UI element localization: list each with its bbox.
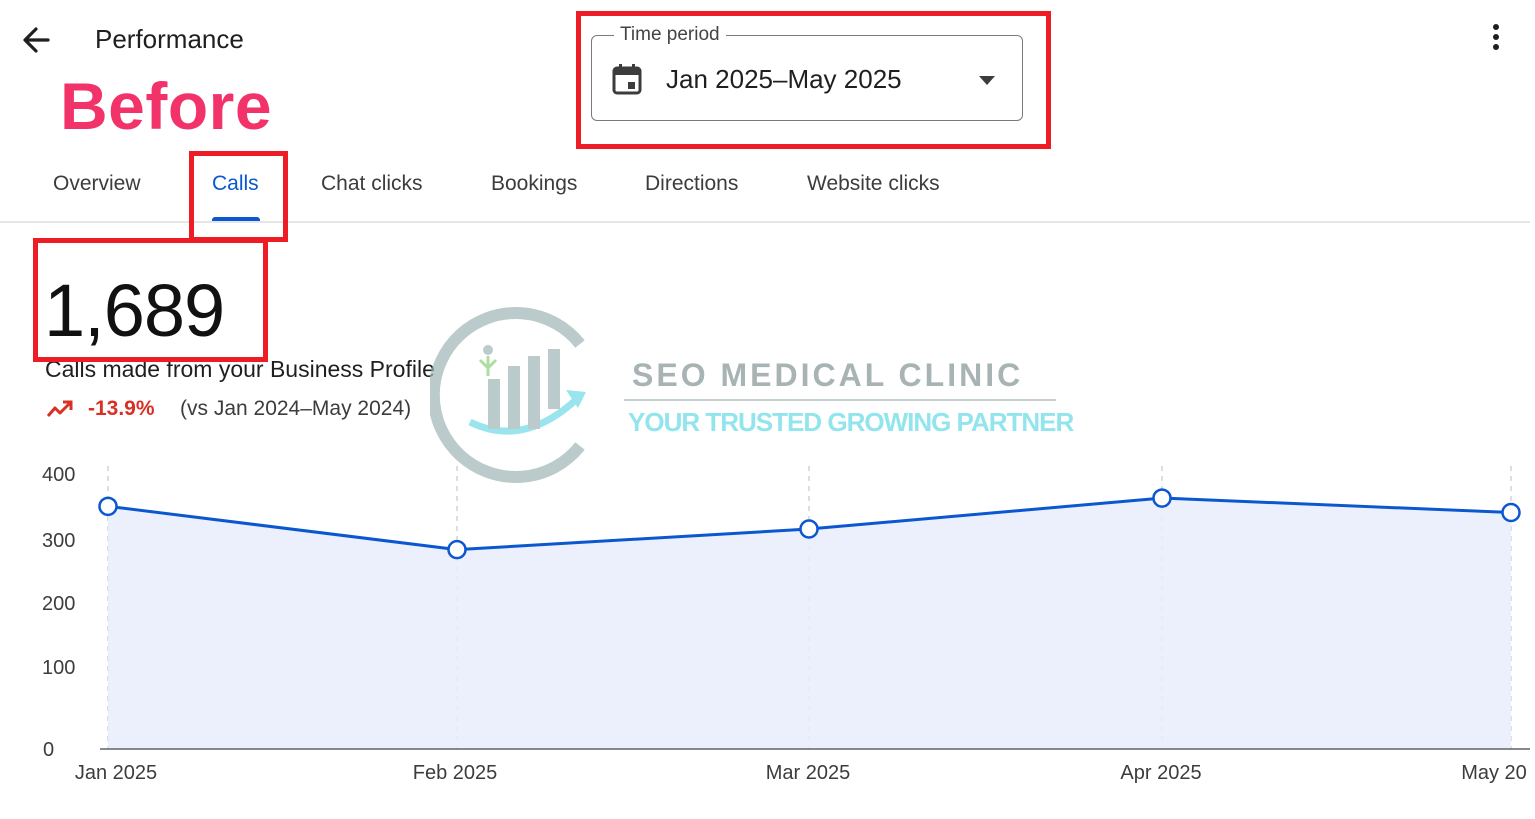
y-tick-label: 100 xyxy=(42,657,75,679)
trending-down-icon xyxy=(46,398,74,420)
page-title: Performance xyxy=(95,24,244,54)
x-tick-label: May 20 xyxy=(1461,762,1527,784)
back-button[interactable] xyxy=(18,22,58,58)
arrow-left-icon xyxy=(23,27,50,53)
tab-overview[interactable]: Overview xyxy=(53,172,141,196)
watermark-logo xyxy=(427,304,615,486)
x-tick-label: Mar 2025 xyxy=(766,762,851,784)
watermark-tagline: YOUR TRUSTED GROWING PARTNER xyxy=(628,407,1074,437)
data-point xyxy=(1501,502,1521,523)
tab-directions[interactable]: Directions xyxy=(645,172,738,196)
before-annotation: Before xyxy=(60,69,273,143)
calls-chart: 0 100 200 300 400 Jan 2025 Feb 2025 Mar 2025 Apr… xyxy=(42,464,1530,784)
watermark-name: SEO MEDICAL CLINIC xyxy=(632,357,1024,393)
more-options-button[interactable] xyxy=(1484,20,1508,60)
y-tick-label: 200 xyxy=(42,593,75,615)
x-tick-label: Jan 2025 xyxy=(75,762,157,784)
data-point xyxy=(447,539,467,560)
x-tick-label: Feb 2025 xyxy=(413,762,498,784)
x-tick-label: Apr 2025 xyxy=(1120,762,1201,784)
highlight-time-period xyxy=(576,11,1051,149)
tab-bookings[interactable]: Bookings xyxy=(491,172,577,196)
tab-website-clicks[interactable]: Website clicks xyxy=(807,172,940,196)
more-vert-icon xyxy=(1493,24,1499,30)
y-tick-label: 0 xyxy=(43,739,54,761)
highlight-calls-tab xyxy=(189,151,288,242)
data-point xyxy=(98,496,118,517)
y-tick-label: 400 xyxy=(42,464,75,486)
watermark-divider xyxy=(624,399,1056,401)
y-tick-label: 300 xyxy=(42,530,75,552)
trend-change: -13.9% xyxy=(88,397,155,420)
highlight-calls-total xyxy=(33,238,268,362)
data-point xyxy=(1152,488,1172,508)
tab-chat-clicks[interactable]: Chat clicks xyxy=(321,172,423,196)
data-point xyxy=(799,519,819,539)
trend-comparison: (vs Jan 2024–May 2024) xyxy=(180,397,412,420)
